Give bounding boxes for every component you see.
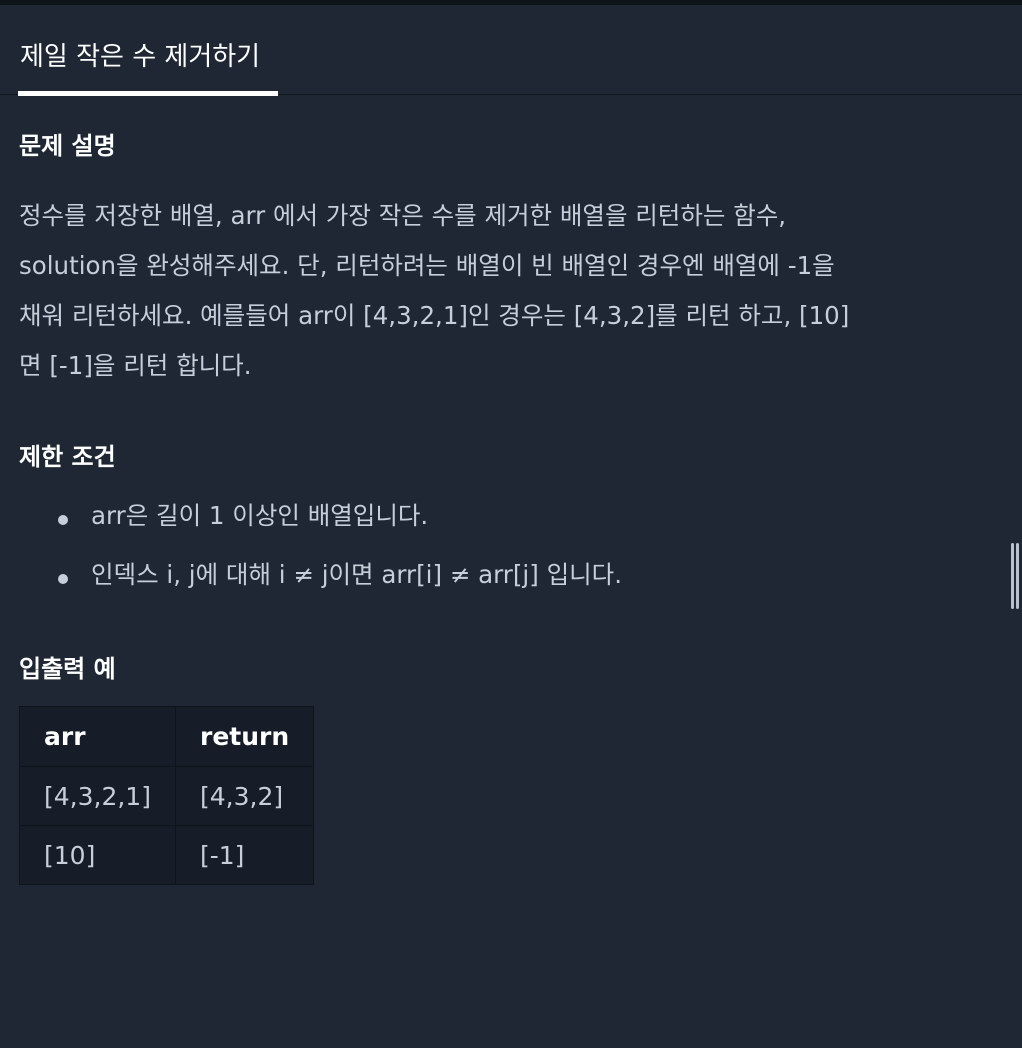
constraint-text: arr은 길이 1 이상인 배열입니다. [91,501,429,530]
description-line: 채워 리턴하세요. 예를들어 arr이 [4,3,2,1]인 경우는 [4,3,… [19,301,850,330]
column-header-arr: arr [19,706,176,767]
constraints-heading: 제한 조건 [19,443,116,471]
table-header-row: arr return [19,706,315,767]
table-cell: [10] [19,825,176,885]
constraint-text: 인덱스 i, j에 대해 i ≠ j이면 arr[i] ≠ arr[j] 입니다… [91,560,622,589]
examples-heading: 입출력 예 [19,655,116,683]
bullet-icon [58,574,68,584]
active-tab-indicator [18,91,278,96]
table-row: [10] [-1] [19,825,315,885]
table-cell: [4,3,2,1] [19,766,176,826]
description-heading: 문제 설명 [19,132,116,160]
resize-handle[interactable] [1011,543,1019,609]
problem-description: 정수를 저장한 배열, arr 에서 가장 작은 수를 제거한 배열을 리턴하는… [19,191,969,391]
bullet-icon [58,515,68,525]
tab-problem-title[interactable]: 제일 작은 수 제거하기 [18,5,278,96]
description-line: solution을 완성해주세요. 단, 리턴하려는 배열이 빈 배열인 경우엔… [19,251,835,280]
tab-label: 제일 작은 수 제거하기 [20,42,261,72]
tab-bar: 제일 작은 수 제거하기 [0,5,1022,96]
description-line: 면 [-1]을 리턴 합니다. [19,351,252,380]
table-cell: [4,3,2] [174,766,315,826]
column-header-return: return [174,706,315,767]
examples-table: arr return [4,3,2,1] [4,3,2] [10] [-1] [19,706,315,885]
table-cell: [-1] [174,825,315,885]
description-line: 정수를 저장한 배열, arr 에서 가장 작은 수를 제거한 배열을 리턴하는… [19,201,787,230]
table-row: [4,3,2,1] [4,3,2] [19,766,315,826]
